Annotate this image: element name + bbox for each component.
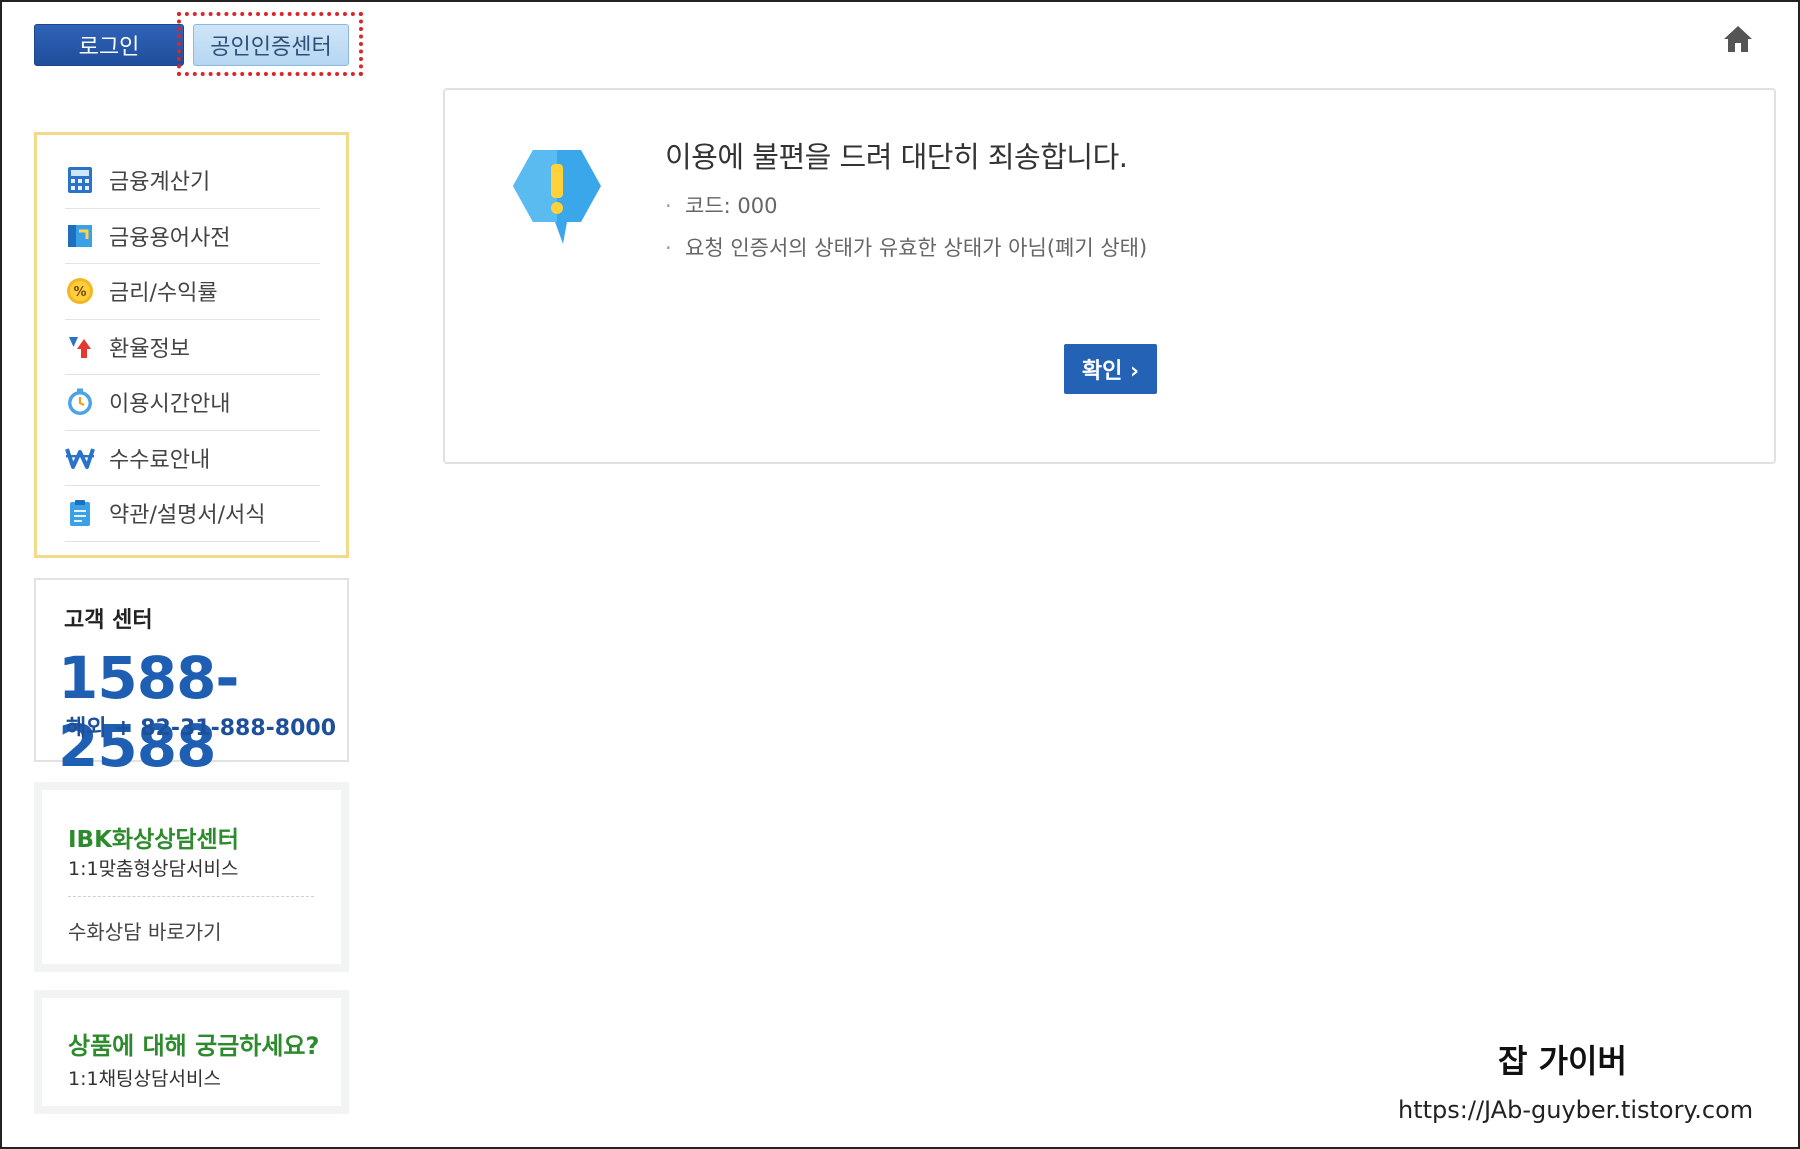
calculator-icon <box>65 165 95 195</box>
message-title: 이용에 불편을 드려 대단히 죄송합니다. <box>665 140 1128 174</box>
menu-item-label: 금융용어사전 <box>109 225 231 251</box>
warning-icon <box>513 150 601 244</box>
menu-item-label: 이용시간안내 <box>109 392 231 418</box>
cert-center-button[interactable]: 공인인증센터 <box>193 24 349 66</box>
divider <box>68 896 314 897</box>
product-subtitle: 1:1채팅상담서비스 <box>68 1068 221 1090</box>
message-code-line: · 코드: 000 <box>665 190 777 220</box>
error-message-panel: 이용에 불편을 드려 대단히 죄송합니다. · 코드: 000 · 요청 인증서의 … <box>443 88 1776 464</box>
ibk-title: IBK화상상담센터 <box>68 827 239 853</box>
bullet: · <box>665 194 672 218</box>
login-button[interactable]: 로그인 <box>34 24 184 66</box>
sign-language-link[interactable]: 수화상담 바로가기 <box>68 916 222 945</box>
menu-item-hours[interactable]: 이용시간안내 <box>65 375 320 431</box>
home-icon[interactable] <box>1722 24 1754 54</box>
bullet: · <box>665 236 672 260</box>
won-icon <box>65 443 95 473</box>
menu-item-fees[interactable]: 수수료안내 <box>65 431 320 486</box>
menu-item-label: 환율정보 <box>109 336 190 362</box>
customer-center-title: 고객 센터 <box>64 608 153 633</box>
menu-item-label: 금융계산기 <box>109 170 211 196</box>
dictionary-icon <box>65 221 95 251</box>
document-icon <box>65 498 95 528</box>
ibk-video-consult[interactable]: IBK화상상담센터 1:1맞춤형상담서비스 수화상담 바로가기 <box>34 782 349 972</box>
menu-item-label: 약관/설명서/서식 <box>109 503 266 529</box>
percent-icon: % <box>65 276 95 306</box>
product-title: 상품에 대해 궁금하세요? <box>68 1032 320 1060</box>
exchange-rate-icon <box>65 332 95 362</box>
product-chat-consult[interactable]: 상품에 대해 궁금하세요? 1:1채팅상담서비스 <box>34 990 349 1114</box>
quick-menu-list: 금융계산기 금융용어사전 % 금리/수익률 환율정보 이용시간안내 수수료안내 … <box>65 153 320 542</box>
watermark-url: https://JAb-guyber.tistory.com <box>1398 1096 1754 1124</box>
menu-item-dictionary[interactable]: 금융용어사전 <box>65 209 320 264</box>
menu-item-interest[interactable]: % 금리/수익률 <box>65 264 320 320</box>
confirm-button[interactable]: 확인 › <box>1064 344 1157 394</box>
message-detail-line: · 요청 인증서의 상태가 유효한 상태가 아님(폐기 상태) <box>665 232 1147 262</box>
watermark-name: 잡 가이버 <box>1498 1042 1627 1080</box>
clock-icon <box>65 387 95 417</box>
message-code: 코드: 000 <box>685 194 778 218</box>
menu-item-label: 수수료안내 <box>109 447 211 473</box>
menu-item-label: 금리/수익률 <box>109 281 218 307</box>
menu-item-calculator[interactable]: 금융계산기 <box>65 153 320 209</box>
ibk-subtitle: 1:1맞춤형상담서비스 <box>68 858 239 880</box>
quick-menu: 금융계산기 금융용어사전 % 금리/수익률 환율정보 이용시간안내 수수료안내 … <box>34 132 349 558</box>
customer-center-overseas: 해외 + 82-31-888-8000 <box>66 716 337 741</box>
svg-text:%: % <box>73 285 86 300</box>
menu-item-terms[interactable]: 약관/설명서/서식 <box>65 486 320 542</box>
menu-item-exchange[interactable]: 환율정보 <box>65 320 320 375</box>
customer-center: 고객 센터 1588-2588 해외 + 82-31-888-8000 <box>34 578 349 780</box>
message-detail: 요청 인증서의 상태가 유효한 상태가 아님(폐기 상태) <box>685 236 1148 260</box>
